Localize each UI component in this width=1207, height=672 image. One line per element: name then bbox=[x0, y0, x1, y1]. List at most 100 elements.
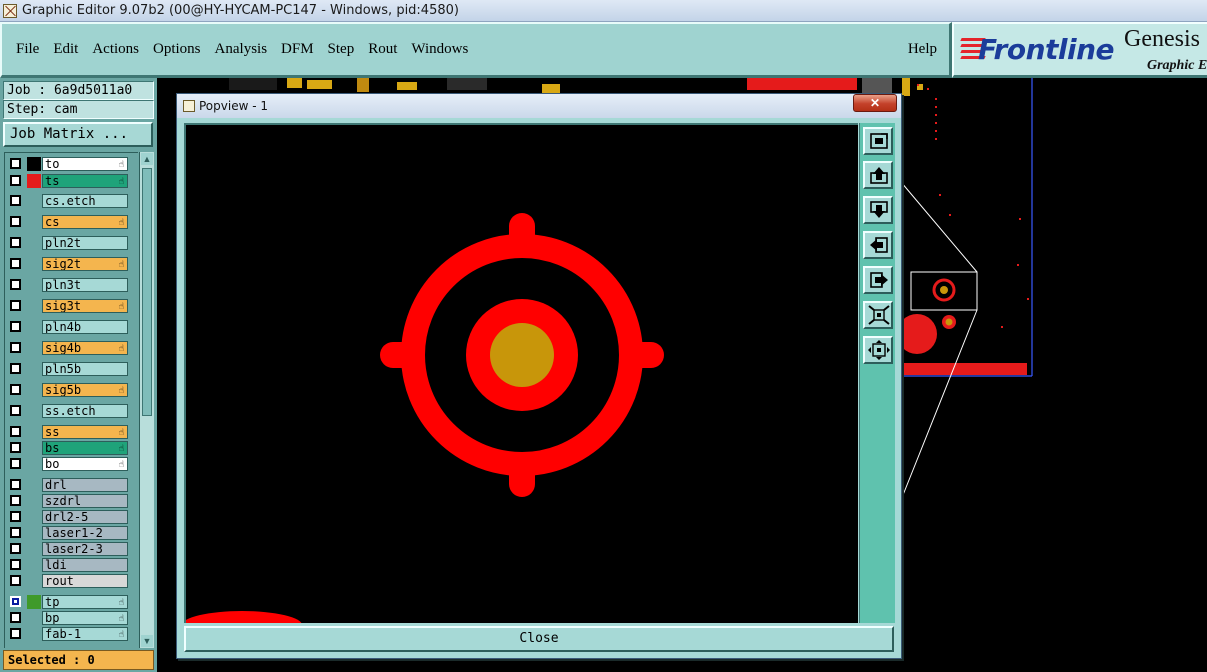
menu-file[interactable]: File bbox=[16, 41, 39, 58]
layer-name[interactable]: bo ☝ bbox=[42, 457, 128, 471]
menu-help[interactable]: Help bbox=[908, 41, 937, 58]
menu-options[interactable]: Options bbox=[153, 41, 201, 58]
layer-checkbox[interactable] bbox=[10, 559, 21, 570]
layer-row-cs[interactable]: cs ☝ bbox=[8, 215, 128, 229]
layer-row-ss.etch[interactable]: ss.etch bbox=[8, 404, 128, 418]
zoom-out-icon[interactable] bbox=[863, 301, 893, 329]
layer-name[interactable]: sig5b ☝ bbox=[42, 383, 128, 397]
layer-checkbox[interactable] bbox=[10, 495, 21, 506]
layer-name[interactable]: ldi bbox=[42, 558, 128, 572]
layer-row-pln2t[interactable]: pln2t bbox=[8, 236, 128, 250]
popview-close-button[interactable]: Close bbox=[184, 626, 894, 652]
pan-down-icon[interactable] bbox=[863, 196, 893, 224]
pad-target-view[interactable] bbox=[182, 125, 858, 639]
menu-analysis[interactable]: Analysis bbox=[215, 41, 268, 58]
layer-row-fab-1[interactable]: fab-1 ☝ bbox=[8, 627, 128, 641]
layer-row-laser1-2[interactable]: laser1-2 bbox=[8, 526, 128, 540]
layer-checkbox[interactable] bbox=[10, 543, 21, 554]
layer-name[interactable]: sig4b ☝ bbox=[42, 341, 128, 355]
layer-row-pln4b[interactable]: pln4b bbox=[8, 320, 128, 334]
job-matrix-button[interactable]: Job Matrix ... bbox=[3, 122, 153, 147]
menu-actions[interactable]: Actions bbox=[92, 41, 139, 58]
layer-row-tp[interactable]: tp ☝ bbox=[8, 595, 128, 609]
layer-row-sig4b[interactable]: sig4b ☝ bbox=[8, 341, 128, 355]
scroll-down-icon[interactable]: ▼ bbox=[141, 635, 153, 647]
layer-checkbox[interactable] bbox=[10, 342, 21, 353]
layer-name[interactable]: fab-1 ☝ bbox=[42, 627, 128, 641]
menu-edit[interactable]: Edit bbox=[53, 41, 78, 58]
layer-row-pln5b[interactable]: pln5b bbox=[8, 362, 128, 376]
layer-list-scrollbar[interactable]: ▲ ▼ bbox=[139, 152, 154, 648]
layer-row-ldi[interactable]: ldi bbox=[8, 558, 128, 572]
layer-checkbox[interactable] bbox=[10, 175, 21, 186]
layer-checkbox[interactable] bbox=[10, 426, 21, 437]
pan-left-icon[interactable] bbox=[863, 231, 893, 259]
layer-name[interactable]: ts ☝ bbox=[42, 174, 128, 188]
layer-checkbox[interactable] bbox=[10, 612, 21, 623]
layer-checkbox[interactable] bbox=[10, 628, 21, 639]
layer-row-bp[interactable]: bp ☝ bbox=[8, 611, 128, 625]
layer-row-cs.etch[interactable]: cs.etch bbox=[8, 194, 128, 208]
layer-name[interactable]: rout bbox=[42, 574, 128, 588]
layer-row-sig2t[interactable]: sig2t ☝ bbox=[8, 257, 128, 271]
layer-name[interactable]: szdrl bbox=[42, 494, 128, 508]
layer-checkbox[interactable] bbox=[10, 458, 21, 469]
layer-checkbox[interactable] bbox=[10, 216, 21, 227]
layer-name[interactable]: sig2t ☝ bbox=[42, 257, 128, 271]
pan-right-icon[interactable] bbox=[863, 266, 893, 294]
layer-name[interactable]: pln5b bbox=[42, 362, 128, 376]
popview-title-bar[interactable]: Popview - 1 bbox=[177, 94, 901, 118]
layer-name[interactable]: to ☝ bbox=[42, 157, 128, 171]
layer-name[interactable]: laser2-3 bbox=[42, 542, 128, 556]
layer-row-sig3t[interactable]: sig3t ☝ bbox=[8, 299, 128, 313]
popview-canvas[interactable] bbox=[182, 123, 858, 639]
layer-checkbox[interactable] bbox=[10, 575, 21, 586]
zoom-fit-icon[interactable] bbox=[863, 127, 893, 155]
popview-close-icon[interactable]: ✕ bbox=[853, 94, 897, 112]
layer-name[interactable]: pln4b bbox=[42, 320, 128, 334]
layer-row-pln3t[interactable]: pln3t bbox=[8, 278, 128, 292]
layer-checkbox[interactable] bbox=[10, 511, 21, 522]
layer-checkbox[interactable] bbox=[10, 442, 21, 453]
menu-dfm[interactable]: DFM bbox=[281, 41, 314, 58]
layer-checkbox[interactable] bbox=[10, 237, 21, 248]
layer-color-swatch[interactable] bbox=[27, 157, 41, 171]
layer-name[interactable]: bp ☝ bbox=[42, 611, 128, 625]
layer-checkbox[interactable] bbox=[10, 158, 21, 169]
layer-checkbox[interactable] bbox=[10, 527, 21, 538]
layer-checkbox[interactable] bbox=[10, 195, 21, 206]
layer-color-swatch[interactable] bbox=[27, 174, 41, 188]
layer-row-to[interactable]: to ☝ bbox=[8, 157, 128, 171]
layer-name[interactable]: pln3t bbox=[42, 278, 128, 292]
scroll-thumb[interactable] bbox=[142, 168, 152, 416]
layer-checkbox[interactable] bbox=[10, 596, 21, 607]
menu-step[interactable]: Step bbox=[328, 41, 355, 58]
layer-checkbox[interactable] bbox=[10, 363, 21, 374]
layer-checkbox[interactable] bbox=[10, 479, 21, 490]
menu-rout[interactable]: Rout bbox=[368, 41, 397, 58]
layer-row-szdrl[interactable]: szdrl bbox=[8, 494, 128, 508]
layer-row-ts[interactable]: ts ☝ bbox=[8, 174, 128, 188]
layer-name[interactable]: drl bbox=[42, 478, 128, 492]
zoom-in-icon[interactable] bbox=[863, 336, 893, 364]
layer-row-rout[interactable]: rout bbox=[8, 574, 128, 588]
scroll-up-icon[interactable]: ▲ bbox=[141, 153, 153, 165]
layer-name[interactable]: ss.etch bbox=[42, 404, 128, 418]
layer-row-ss[interactable]: ss ☝ bbox=[8, 425, 128, 439]
layer-row-drl2-5[interactable]: drl2-5 bbox=[8, 510, 128, 524]
pan-up-icon[interactable] bbox=[863, 161, 893, 189]
layer-checkbox[interactable] bbox=[10, 321, 21, 332]
layer-name[interactable]: drl2-5 bbox=[42, 510, 128, 524]
layer-checkbox[interactable] bbox=[10, 405, 21, 416]
layer-name[interactable]: cs.etch bbox=[42, 194, 128, 208]
layer-checkbox[interactable] bbox=[10, 279, 21, 290]
layer-color-swatch[interactable] bbox=[27, 595, 41, 609]
layer-row-drl[interactable]: drl bbox=[8, 478, 128, 492]
layer-row-bo[interactable]: bo ☝ bbox=[8, 457, 128, 471]
layer-name[interactable]: cs ☝ bbox=[42, 215, 128, 229]
layer-checkbox[interactable] bbox=[10, 258, 21, 269]
layer-checkbox[interactable] bbox=[10, 384, 21, 395]
layer-name[interactable]: pln2t bbox=[42, 236, 128, 250]
layer-name[interactable]: ss ☝ bbox=[42, 425, 128, 439]
layer-name[interactable]: laser1-2 bbox=[42, 526, 128, 540]
